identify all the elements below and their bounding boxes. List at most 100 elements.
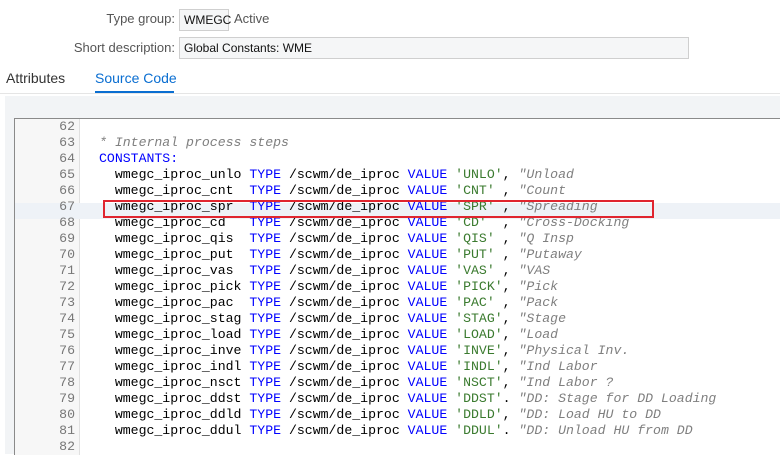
keyword-type: TYPE: [249, 247, 282, 262]
code-text: wmegc_iproc_pac TYPE /scwm/de_iproc VALU…: [99, 295, 558, 311]
code-line[interactable]: 63 * Internal process steps: [15, 135, 780, 151]
tab-source-code[interactable]: Source Code: [95, 69, 177, 87]
type-group-label: Type group:: [106, 11, 175, 26]
keyword-type: TYPE: [249, 359, 282, 374]
code-line[interactable]: 65 wmegc_iproc_unlo TYPE /scwm/de_iproc …: [15, 167, 780, 183]
string-literal: 'PUT': [455, 247, 503, 262]
inline-comment: "Ind Labor ?: [518, 375, 614, 390]
code-text: wmegc_iproc_put TYPE /scwm/de_iproc VALU…: [99, 247, 582, 263]
line-number: 82: [59, 439, 75, 454]
keyword-value: VALUE: [407, 295, 448, 310]
code-line[interactable]: 72 wmegc_iproc_pick TYPE /scwm/de_iproc …: [15, 279, 780, 295]
code-line[interactable]: 64 CONSTANTS:: [15, 151, 780, 167]
tab-attributes[interactable]: Attributes: [6, 69, 65, 87]
code-text: wmegc_iproc_vas TYPE /scwm/de_iproc VALU…: [99, 263, 550, 279]
constant-name: wmegc_iproc_pac: [114, 295, 242, 310]
active-tab-indicator: [95, 91, 174, 93]
code-text: wmegc_iproc_ddld TYPE /scwm/de_iproc VAL…: [99, 407, 661, 423]
type-group-field[interactable]: WMEGC: [179, 9, 231, 31]
code-line[interactable]: 77 wmegc_iproc_indl TYPE /scwm/de_iproc …: [15, 359, 780, 375]
code-line[interactable]: 71 wmegc_iproc_vas TYPE /scwm/de_iproc V…: [15, 263, 780, 279]
code-text: CONSTANTS:: [99, 151, 178, 167]
type-name: /scwm/de_iproc: [288, 359, 400, 374]
code-line[interactable]: 76 wmegc_iproc_inve TYPE /scwm/de_iproc …: [15, 343, 780, 359]
separator: ,: [502, 247, 511, 262]
string-literal: 'VAS': [455, 263, 503, 278]
line-number: 78: [59, 375, 75, 390]
code-line[interactable]: 74 wmegc_iproc_stag TYPE /scwm/de_iproc …: [15, 311, 780, 327]
keyword-value: VALUE: [407, 359, 448, 374]
code-editor[interactable]: 62 63 * Internal process steps 64 CONSTANTS:…: [14, 118, 780, 455]
line-number: 74: [59, 311, 75, 326]
code-line[interactable]: 79 wmegc_iproc_ddst TYPE /scwm/de_iproc …: [15, 391, 780, 407]
code-line[interactable]: 82: [15, 439, 780, 455]
code-line[interactable]: 69 wmegc_iproc_qis TYPE /scwm/de_iproc V…: [15, 231, 780, 247]
type-name: /scwm/de_iproc: [288, 263, 400, 278]
keyword-value: VALUE: [407, 183, 448, 198]
keyword-type: TYPE: [249, 391, 282, 406]
code-line[interactable]: 73 wmegc_iproc_pac TYPE /scwm/de_iproc V…: [15, 295, 780, 311]
code-text: wmegc_iproc_nsct TYPE /scwm/de_iproc VAL…: [99, 375, 614, 391]
separator: ,: [502, 279, 511, 294]
keyword-value: VALUE: [407, 231, 448, 246]
keyword-type: TYPE: [249, 295, 282, 310]
code-text: wmegc_iproc_pick TYPE /scwm/de_iproc VAL…: [99, 279, 558, 295]
keyword-type: TYPE: [249, 375, 282, 390]
inline-comment: "VAS: [518, 263, 551, 278]
code-line[interactable]: 62: [15, 119, 780, 135]
code-text: wmegc_iproc_qis TYPE /scwm/de_iproc VALU…: [99, 231, 574, 247]
code-line[interactable]: 70 wmegc_iproc_put TYPE /scwm/de_iproc V…: [15, 247, 780, 263]
tab-bar-divider: [0, 93, 780, 94]
code-line[interactable]: 66 wmegc_iproc_cnt TYPE /scwm/de_iproc V…: [15, 183, 780, 199]
inline-comment: "Pack: [518, 295, 559, 310]
separator: ,: [502, 327, 511, 342]
code-line[interactable]: 78 wmegc_iproc_nsct TYPE /scwm/de_iproc …: [15, 375, 780, 391]
type-name: /scwm/de_iproc: [288, 167, 400, 182]
code-line[interactable]: 81 wmegc_iproc_ddul TYPE /scwm/de_iproc …: [15, 423, 780, 439]
type-name: /scwm/de_iproc: [288, 231, 400, 246]
code-line[interactable]: 80 wmegc_iproc_ddld TYPE /scwm/de_iproc …: [15, 407, 780, 423]
code-line[interactable]: 75 wmegc_iproc_load TYPE /scwm/de_iproc …: [15, 327, 780, 343]
line-number: 67: [59, 199, 75, 214]
short-description-field[interactable]: Global Constants: WME: [179, 37, 689, 59]
status-text: Active: [234, 11, 270, 26]
inline-comment: "DD: Unload HU from DD: [518, 423, 693, 438]
string-literal: 'LOAD': [455, 327, 503, 342]
separator: ,: [502, 263, 511, 278]
keyword-type: TYPE: [249, 311, 282, 326]
separator: ,: [502, 343, 511, 358]
keyword-type: TYPE: [249, 343, 282, 358]
separator: ,: [502, 407, 511, 422]
keyword-constants: CONSTANTS:: [99, 151, 179, 166]
keyword-type: TYPE: [249, 231, 282, 246]
constant-name: wmegc_iproc_ddst: [114, 391, 242, 406]
inline-comment: "Ind Labor: [518, 359, 598, 374]
